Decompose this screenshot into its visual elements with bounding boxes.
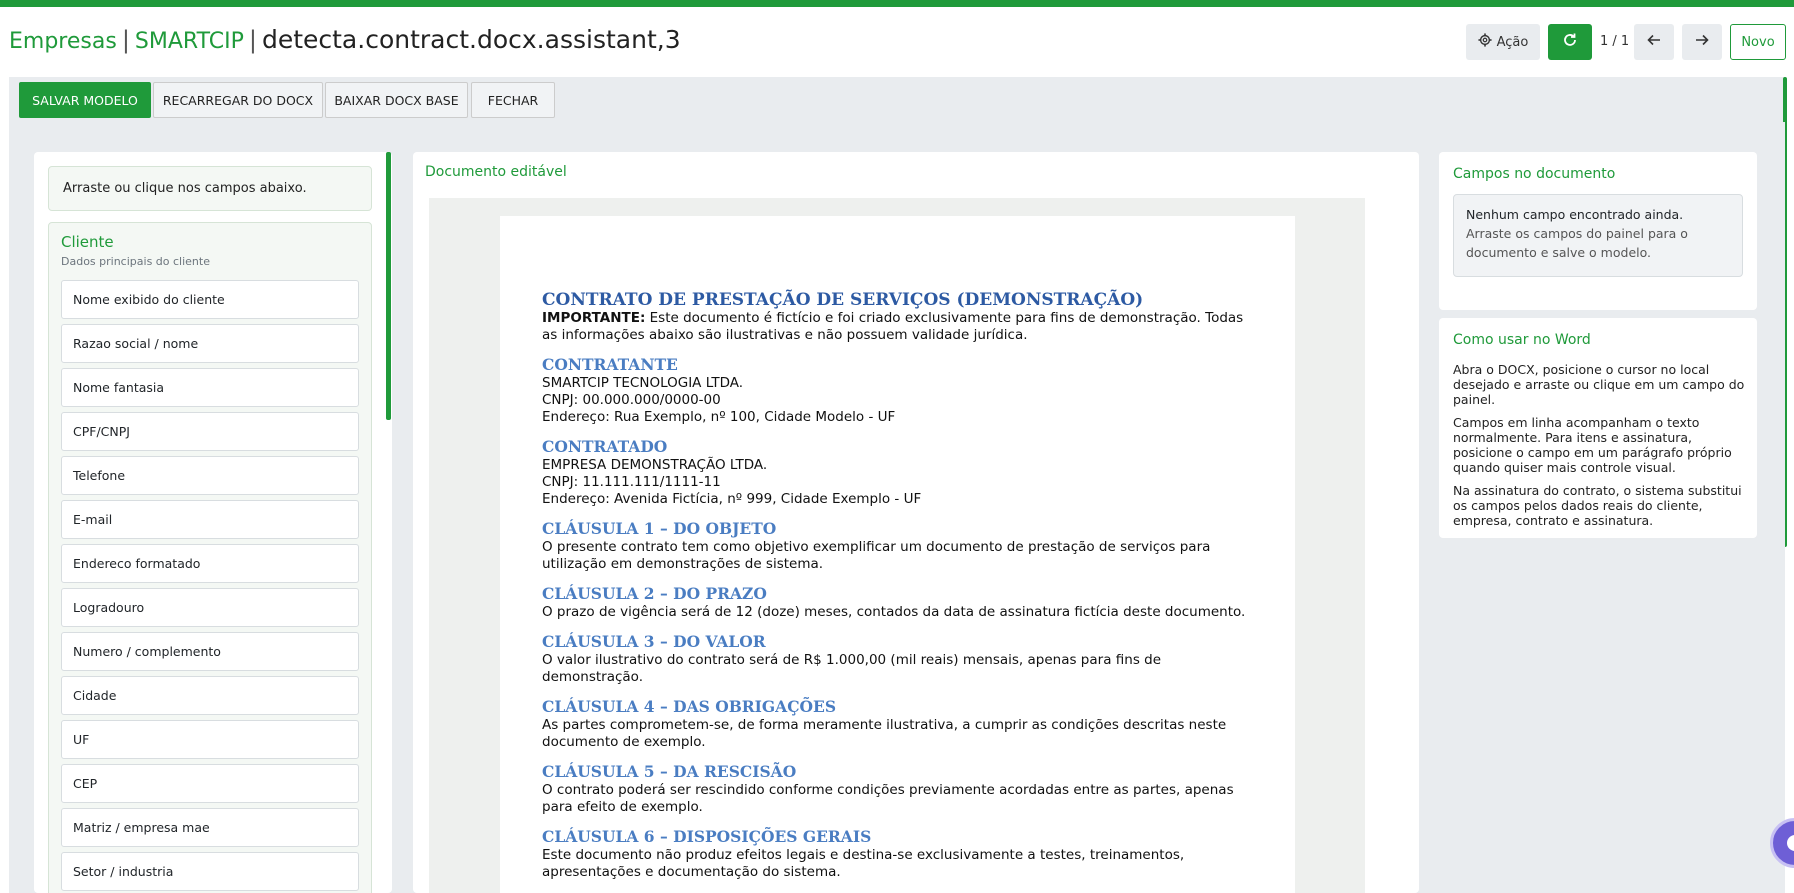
page-title: detecta.contract.docx.assistant,3 [261,25,681,54]
clause-text: As partes comprometem-se, de forma meram… [542,717,1227,750]
action-button[interactable]: Ação [1466,24,1540,60]
download-docx-button[interactable]: BAIXAR DOCX BASE [325,82,468,118]
clause-title: CLÁUSULA 2 – DO PRAZO [542,584,767,603]
document-heading: CONTRATO DE PRESTAÇÃO DE SERVIÇOS (DEMON… [542,290,1144,310]
contratado-line: Endereço: Avenida Fictícia, nº 999, Cida… [542,491,922,507]
document-panel-title: Documento editável [425,164,567,180]
next-button[interactable] [1682,24,1722,60]
document-fields-card: Campos no documento Nenhum campo encontr… [1439,152,1757,310]
breadcrumb-smartcip[interactable]: SMARTCIP [135,29,244,54]
field-item[interactable]: CPF/CNPJ [61,412,359,451]
client-group-title: Cliente [61,233,114,251]
breadcrumb-separator: | [248,26,257,54]
document-important: IMPORTANTE: Este documento é fictício e … [542,310,1253,344]
chat-icon-dot [1787,835,1794,851]
header: Empresas | SMARTCIP | detecta.contract.d… [0,7,1794,77]
field-item[interactable]: Logradouro [61,588,359,627]
breadcrumb-separator: | [121,26,130,54]
document-fields-title: Campos no documento [1453,166,1616,182]
fields-panel-scrollbar[interactable] [386,152,391,420]
fields-hint: Arraste ou clique nos campos abaixo. [48,166,372,211]
field-item[interactable]: Razao social / nome [61,324,359,363]
document-editor[interactable]: CONTRATO DE PRESTAÇÃO DE SERVIÇOS (DEMON… [429,198,1365,893]
field-item[interactable]: Nome exibido do cliente [61,280,359,319]
toolbar: SALVAR MODELO RECARREGAR DO DOCX BAIXAR … [9,77,1785,122]
field-item[interactable]: Cidade [61,676,359,715]
new-button[interactable]: Novo [1730,24,1786,60]
empty-fields-text: Arraste os campos do painel para o docum… [1466,226,1688,260]
pager: 1 / 1 [1600,34,1630,49]
arrow-right-icon [1695,33,1709,51]
contratante-line: Endereço: Rua Exemplo, nº 100, Cidade Mo… [542,409,896,425]
clause-text: O presente contrato tem como objetivo ex… [542,539,1211,572]
usage-paragraph: Na assinatura do contrato, o sistema sub… [1453,483,1742,528]
close-button[interactable]: FECHAR [471,82,555,118]
action-label: Ação [1496,34,1529,50]
contratante-line: CNPJ: 00.000.000/0000-00 [542,392,721,408]
breadcrumb: Empresas | SMARTCIP | detecta.contract.d… [9,25,681,54]
empty-fields-notice: Nenhum campo encontrado ainda. Arraste o… [1453,194,1743,277]
field-item[interactable]: Nome fantasia [61,368,359,407]
reload-docx-button[interactable]: RECARREGAR DO DOCX [153,82,323,118]
client-field-list: Nome exibido do cliente Razao social / n… [61,280,359,893]
usage-title: Como usar no Word [1453,332,1591,348]
usage-card: Como usar no Word Abra o DOCX, posicione… [1439,318,1757,538]
field-item[interactable]: Numero / complemento [61,632,359,671]
refresh-button[interactable] [1548,24,1592,60]
contratado-title: CONTRATADO [542,437,668,456]
save-model-button[interactable]: SALVAR MODELO [19,82,151,118]
field-item[interactable]: UF [61,720,359,759]
client-group-subtitle: Dados principais do cliente [61,255,210,268]
clause-title: CLÁUSULA 3 – DO VALOR [542,632,766,651]
clause-title: CLÁUSULA 6 – DISPOSIÇÕES GERAIS [542,827,872,846]
fields-panel: Arraste ou clique nos campos abaixo. Cli… [34,152,392,893]
document-panel: Documento editável CONTRATO DE PRESTAÇÃO… [413,152,1419,893]
refresh-icon [1562,32,1578,52]
clause-title: CLÁUSULA 4 – DAS OBRIGAÇÕES [542,697,837,716]
field-item[interactable]: Setor / industria [61,852,359,891]
clause-text: O prazo de vigência será de 12 (doze) me… [542,604,1246,620]
contratado-line: EMPRESA DEMONSTRAÇÃO LTDA. [542,457,768,473]
field-item[interactable]: Telefone [61,456,359,495]
previous-button[interactable] [1634,24,1674,60]
important-label: IMPORTANTE: [542,310,646,326]
arrow-left-icon [1647,33,1661,51]
usage-paragraph: Campos em linha acompanham o texto norma… [1453,415,1732,475]
top-accent-bar [0,0,1794,7]
usage-text: Abra o DOCX, posicione o cursor no local… [1453,362,1745,536]
clause-text: O valor ilustrativo do contrato será de … [542,652,1162,685]
important-text: Este documento é fictício e foi criado e… [542,310,1244,343]
clause-title: CLÁUSULA 1 – DO OBJETO [542,519,777,538]
clause-text: Este documento não produz efeitos legais… [542,847,1185,880]
breadcrumb-empresas[interactable]: Empresas [9,29,117,54]
clause-title: CLÁUSULA 5 – DA RESCISÃO [542,762,797,781]
clause-text: O contrato poderá ser rescindido conform… [542,782,1234,815]
usage-paragraph: Abra o DOCX, posicione o cursor no local… [1453,362,1745,407]
contratado-line: CNPJ: 11.111.111/1111-11 [542,474,721,490]
field-item[interactable]: E-mail [61,500,359,539]
contratante-title: CONTRATANTE [542,355,678,374]
field-item[interactable]: Matriz / empresa mae [61,808,359,847]
document-page[interactable]: CONTRATO DE PRESTAÇÃO DE SERVIÇOS (DEMON… [500,216,1295,893]
field-item[interactable]: CEP [61,764,359,803]
empty-fields-title: Nenhum campo encontrado ainda. [1466,207,1684,222]
gear-icon [1478,33,1492,51]
field-item[interactable]: Endereco formatado [61,544,359,583]
contratante-line: SMARTCIP TECNOLOGIA LTDA. [542,375,744,391]
client-group: Cliente Dados principais do cliente Nome… [48,222,372,893]
